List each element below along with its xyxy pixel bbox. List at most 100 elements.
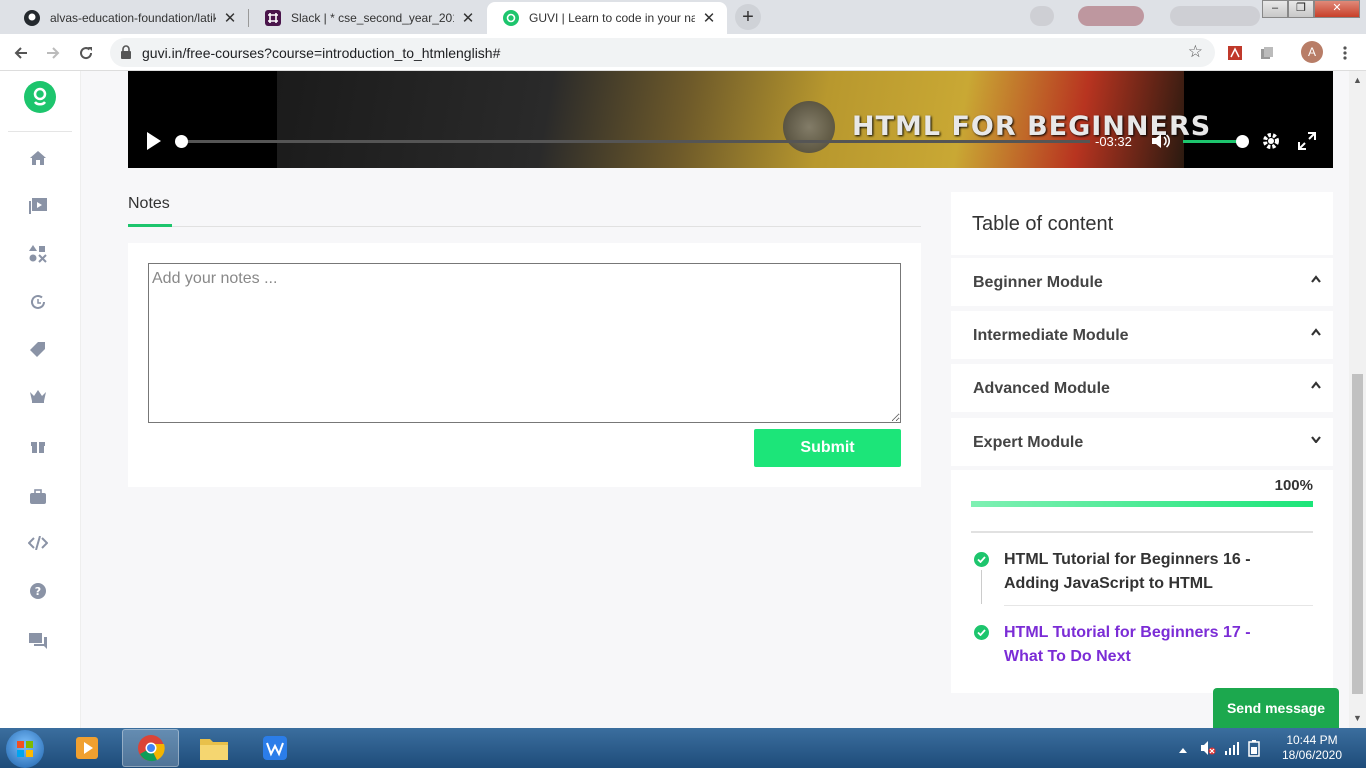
bookmark-star-icon[interactable]: ☆ (1188, 42, 1203, 62)
module-advanced[interactable]: Advanced Module (951, 364, 1333, 412)
show-hidden-icons[interactable] (1178, 742, 1188, 757)
home-icon[interactable] (26, 146, 50, 170)
seek-handle[interactable] (175, 135, 188, 148)
network-signal-icon[interactable] (1224, 740, 1240, 759)
browser-tab-github[interactable]: alvas-education-foundation/latik ✕ (8, 2, 248, 34)
progress-bar (971, 501, 1313, 507)
sidebar: ? (0, 71, 81, 728)
notes-card: Submit (128, 243, 921, 487)
forum-icon[interactable] (26, 629, 50, 653)
module-label: Beginner Module (973, 274, 1103, 291)
close-tab-icon[interactable]: ✕ (701, 9, 717, 27)
chevron-up-icon (1311, 272, 1321, 286)
lesson-title: HTML Tutorial for Beginners 16 - Adding … (1004, 551, 1251, 592)
scroll-up-icon[interactable]: ▲ (1353, 75, 1362, 85)
module-intermediate[interactable]: Intermediate Module (951, 311, 1333, 359)
code-icon[interactable] (26, 531, 50, 555)
gift-icon[interactable] (26, 433, 50, 457)
guvi-logo[interactable] (24, 81, 56, 113)
browser-menu-icon[interactable] (1332, 40, 1358, 66)
chevron-down-icon (1311, 432, 1321, 446)
module-expert[interactable]: Expert Module (951, 418, 1333, 466)
seek-bar[interactable] (178, 140, 1090, 143)
slack-icon (265, 10, 281, 26)
tab-title: alvas-education-foundation/latik (50, 11, 216, 25)
extension-badge[interactable] (1078, 6, 1144, 26)
video-gear-graphic (783, 101, 835, 153)
battery-icon[interactable] (1248, 739, 1260, 760)
scroll-down-icon[interactable]: ▼ (1353, 713, 1362, 723)
practice-icon[interactable] (26, 242, 50, 266)
module-label: Intermediate Module (973, 327, 1129, 344)
tab-active-indicator (128, 224, 172, 227)
volume-handle[interactable] (1236, 135, 1249, 148)
window-close-icon[interactable]: ✕ (1314, 0, 1360, 18)
new-tab-button[interactable]: + (735, 4, 761, 30)
extension-icon[interactable] (1030, 6, 1054, 26)
browser-tab-slack[interactable]: Slack | * cse_second_year_2019_2 ✕ (249, 2, 486, 34)
submit-button[interactable]: Submit (754, 429, 901, 467)
volume-icon[interactable] (1151, 132, 1171, 153)
module-label: Expert Module (973, 434, 1084, 451)
check-circle-icon (974, 552, 989, 567)
browser-tab-guvi[interactable]: GUVI | Learn to code in your nati ✕ (487, 2, 727, 34)
start-button[interactable] (6, 730, 44, 768)
history-icon[interactable] (26, 290, 50, 314)
section-divider (971, 531, 1313, 533)
minimize-icon[interactable]: – (1262, 0, 1288, 18)
wps-writer-icon[interactable] (246, 729, 303, 767)
close-tab-icon[interactable]: ✕ (222, 9, 238, 27)
progress-percent: 100% (1274, 477, 1313, 494)
volume-muted-icon[interactable] (1200, 740, 1216, 759)
chevron-up-icon (1311, 325, 1321, 339)
maximize-icon[interactable]: ❐ (1288, 0, 1314, 18)
system-clock[interactable]: 10:44 PM 18/06/2020 (1272, 733, 1352, 763)
help-icon[interactable]: ? (26, 579, 50, 603)
browser-toolbar: guvi.in/free-courses?course=introduction… (0, 34, 1366, 71)
close-tab-icon[interactable]: ✕ (460, 9, 476, 27)
forward-icon[interactable] (40, 40, 66, 66)
pdf-extension-icon[interactable] (1222, 40, 1248, 66)
svg-text:?: ? (35, 585, 41, 598)
progress-fill (971, 501, 1313, 507)
fullscreen-icon[interactable] (1298, 132, 1316, 153)
send-message-button[interactable]: Send message (1213, 688, 1339, 728)
address-bar[interactable]: guvi.in/free-courses?course=introduction… (110, 38, 1215, 67)
tab-divider (128, 226, 921, 227)
profile-chip[interactable] (1170, 6, 1260, 26)
file-explorer-icon[interactable] (185, 729, 242, 767)
reload-icon[interactable] (73, 40, 99, 66)
play-icon[interactable] (146, 131, 162, 154)
github-icon (24, 10, 40, 26)
crown-icon[interactable] (26, 384, 50, 408)
tag-icon[interactable] (26, 338, 50, 362)
window-controls: – ❐ ✕ (1262, 0, 1360, 18)
url-text: guvi.in/free-courses?course=introduction… (142, 45, 501, 61)
os-taskbar: 10:44 PM 18/06/2020 (0, 728, 1366, 768)
lesson-connector (981, 570, 982, 604)
briefcase-icon[interactable] (26, 485, 50, 509)
scrollbar-thumb[interactable] (1352, 374, 1363, 694)
expert-module-content: 100% HTML Tutorial for Beginners 16 - Ad… (951, 470, 1333, 693)
media-player-icon[interactable] (58, 729, 115, 767)
video-player[interactable]: HTML FOR BEGINNERS -03:32 (128, 71, 1333, 168)
module-label: Advanced Module (973, 380, 1110, 397)
clock-time: 10:44 PM (1286, 733, 1338, 747)
tab-title: GUVI | Learn to code in your nati (529, 11, 695, 25)
chrome-icon[interactable] (122, 729, 179, 767)
profile-avatar[interactable]: A (1301, 41, 1323, 63)
page-scrollbar[interactable]: ▲ ▼ (1349, 71, 1366, 728)
sidebar-divider (8, 131, 72, 132)
tab-title: Slack | * cse_second_year_2019_2 (291, 11, 454, 25)
video-library-icon[interactable] (26, 194, 50, 218)
toc-title: Table of content (972, 213, 1114, 235)
tab-notes[interactable]: Notes (128, 195, 170, 213)
extension-icon[interactable] (1254, 40, 1280, 66)
back-icon[interactable] (8, 40, 34, 66)
module-beginner[interactable]: Beginner Module (951, 258, 1333, 306)
lesson-divider (1004, 605, 1313, 606)
browser-tab-strip: alvas-education-foundation/latik ✕ Slack… (0, 0, 1366, 34)
notes-textarea[interactable] (148, 263, 901, 423)
settings-gear-icon[interactable] (1262, 132, 1280, 153)
toc-header: Table of content (951, 192, 1333, 255)
